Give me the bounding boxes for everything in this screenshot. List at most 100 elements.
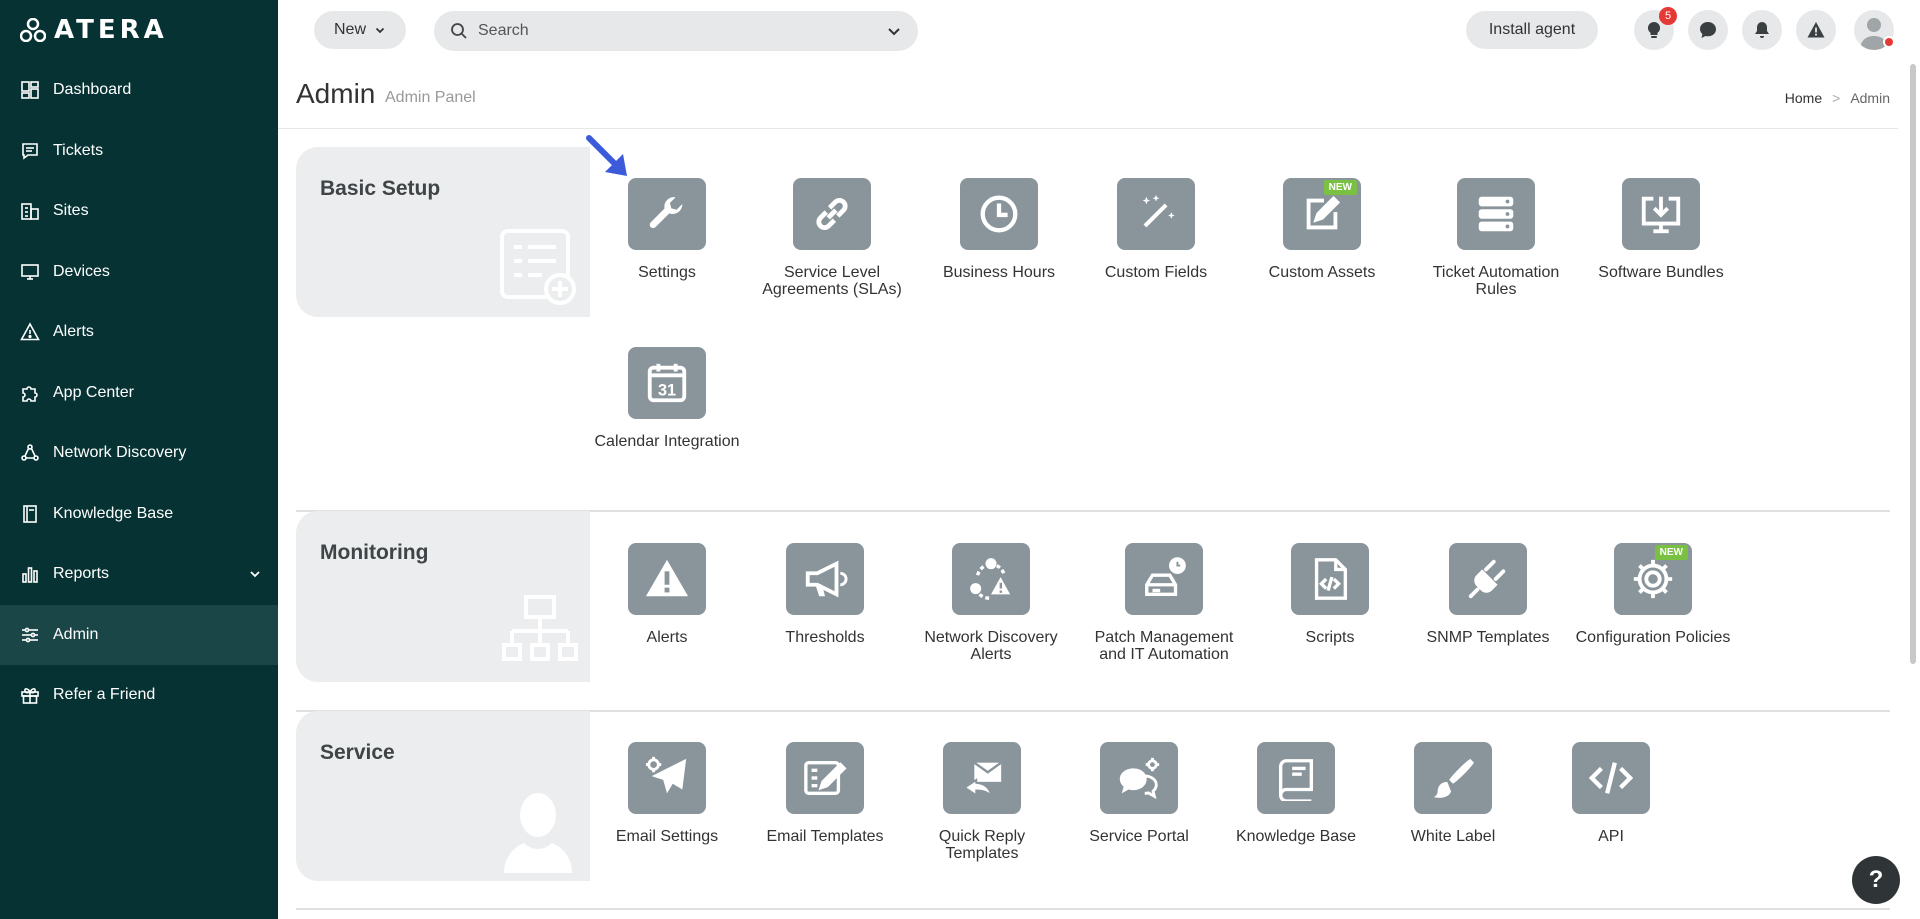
tile-email-settings[interactable]: Email Settings	[587, 742, 747, 845]
edit-icon: NEW	[1283, 178, 1361, 250]
sidebar-item-knowledge-base[interactable]: Knowledge Base	[0, 484, 278, 545]
tile-label: Service Portal	[1089, 828, 1189, 845]
atera-logo[interactable]: ATERA	[20, 15, 168, 45]
sidebar-item-label: Refer a Friend	[53, 686, 156, 704]
tickets-icon	[20, 141, 40, 161]
sidebar-item-app-center[interactable]: App Center	[0, 363, 278, 424]
tile-patch-management[interactable]: Patch Management and IT Automation	[1084, 543, 1244, 663]
sidebar-item-dashboard[interactable]: Dashboard	[0, 60, 278, 121]
tile-label: API	[1598, 828, 1624, 845]
gift-icon	[20, 685, 40, 705]
tile-slas[interactable]: Service Level Agreements (SLAs)	[752, 178, 912, 298]
install-agent-button[interactable]: Install agent	[1466, 11, 1598, 49]
bell-button[interactable]	[1742, 10, 1782, 50]
book-icon	[20, 504, 40, 524]
sidebar-item-refer-a-friend[interactable]: Refer a Friend	[0, 665, 278, 726]
search-bar[interactable]	[434, 11, 918, 51]
sidebar-item-devices[interactable]: Devices	[0, 242, 278, 303]
help-button[interactable]: ?	[1852, 856, 1900, 904]
breadcrumb-current: Admin	[1850, 90, 1890, 106]
sidebar-item-label: Admin	[53, 625, 99, 643]
tile-white-label[interactable]: White Label	[1373, 742, 1533, 845]
tile-email-templates[interactable]: Email Templates	[745, 742, 905, 845]
dashboard-icon	[20, 80, 40, 100]
sidebar-item-network-discovery[interactable]: Network Discovery	[0, 423, 278, 484]
chevron-down-icon[interactable]	[248, 567, 262, 581]
clock-icon	[960, 178, 1038, 250]
tile-quick-reply-templates[interactable]: Quick Reply Templates	[902, 742, 1062, 862]
bell-icon	[1755, 22, 1769, 38]
new-button[interactable]: New	[314, 11, 406, 49]
search-input[interactable]	[478, 22, 858, 40]
scrollbar-thumb[interactable]	[1910, 64, 1916, 664]
lightbulb-button[interactable]: 5	[1634, 7, 1677, 50]
sidebar-item-label: Network Discovery	[53, 444, 187, 462]
tile-settings[interactable]: Settings	[587, 178, 747, 281]
wrench-icon	[628, 178, 706, 250]
tile-snmp-templates[interactable]: SNMP Templates	[1408, 543, 1568, 646]
sidebar-item-label: Tickets	[53, 141, 104, 159]
tile-label: Custom Assets	[1268, 264, 1376, 281]
breadcrumb-home[interactable]: Home	[1785, 90, 1822, 106]
new-badge: NEW	[1323, 180, 1357, 195]
magic-wand-icon	[1117, 178, 1195, 250]
puzzle-icon	[20, 383, 40, 403]
reply-envelope-icon	[943, 742, 1021, 814]
paper-plane-gear-icon	[628, 742, 706, 814]
sidebar: ATERA Dashboard Tickets Sites Devices Al…	[0, 0, 278, 919]
tile-label: Settings	[638, 264, 696, 281]
tile-label: Alerts	[646, 629, 688, 646]
link-icon	[793, 178, 871, 250]
sidebar-item-tickets[interactable]: Tickets	[0, 121, 278, 182]
tile-calendar-integration[interactable]: 31 Calendar Integration	[587, 347, 747, 450]
network-icon	[20, 443, 40, 463]
warning-button[interactable]	[1796, 10, 1836, 50]
tile-label: Quick Reply Templates	[938, 828, 1026, 862]
tile-configuration-policies[interactable]: NEW Configuration Policies	[1573, 543, 1733, 646]
tile-knowledge-base[interactable]: Knowledge Base	[1216, 742, 1376, 845]
tile-label: White Label	[1410, 828, 1496, 845]
chat-button[interactable]	[1688, 10, 1728, 50]
tile-network-discovery-alerts[interactable]: Network Discovery Alerts	[911, 543, 1071, 663]
form-add-icon	[500, 229, 576, 305]
sidebar-item-label: Alerts	[53, 323, 94, 341]
sidebar-item-label: Reports	[53, 565, 110, 583]
book-icon	[1257, 742, 1335, 814]
monitoring-card: Monitoring	[296, 511, 590, 682]
tile-custom-assets[interactable]: NEW Custom Assets	[1242, 178, 1402, 281]
sidebar-item-alerts[interactable]: Alerts	[0, 302, 278, 363]
tile-service-portal[interactable]: Service Portal	[1059, 742, 1219, 845]
gear-icon: NEW	[1614, 543, 1692, 615]
tile-label: Business Hours	[942, 264, 1056, 281]
tile-business-hours[interactable]: Business Hours	[919, 178, 1079, 281]
alerts-icon	[20, 322, 40, 342]
sidebar-item-sites[interactable]: Sites	[0, 181, 278, 242]
chat-gear-icon	[1100, 742, 1178, 814]
tile-ticket-automation-rules[interactable]: Ticket Automation Rules	[1416, 178, 1576, 298]
tile-thresholds[interactable]: Thresholds	[745, 543, 905, 646]
calendar-icon: 31	[628, 347, 706, 419]
tile-alerts[interactable]: Alerts	[587, 543, 747, 646]
new-button-label: New	[333, 21, 366, 38]
code-icon	[1572, 742, 1650, 814]
brush-icon	[1414, 742, 1492, 814]
tile-label: Custom Fields	[1104, 264, 1208, 281]
tile-label: Email Settings	[615, 828, 719, 845]
tile-software-bundles[interactable]: Software Bundles	[1581, 178, 1741, 281]
pointer-arrow-icon	[586, 135, 627, 176]
sidebar-item-label: Knowledge Base	[53, 504, 174, 522]
sidebar-item-reports[interactable]: Reports	[0, 544, 278, 605]
chevron-down-icon[interactable]	[886, 23, 902, 39]
tile-api[interactable]: API	[1531, 742, 1691, 845]
sidebar-item-label: Devices	[53, 262, 110, 280]
download-monitor-icon	[1622, 178, 1700, 250]
atera-logo-icon	[20, 18, 46, 42]
warning-icon	[1807, 22, 1825, 38]
sidebar-item-label: Sites	[53, 202, 89, 220]
tile-custom-fields[interactable]: Custom Fields	[1076, 178, 1236, 281]
tile-scripts[interactable]: Scripts	[1250, 543, 1410, 646]
sidebar-item-admin[interactable]: Admin	[0, 604, 278, 665]
devices-icon	[20, 262, 40, 282]
tile-label: Configuration Policies	[1575, 629, 1731, 646]
warning-icon	[628, 543, 706, 615]
